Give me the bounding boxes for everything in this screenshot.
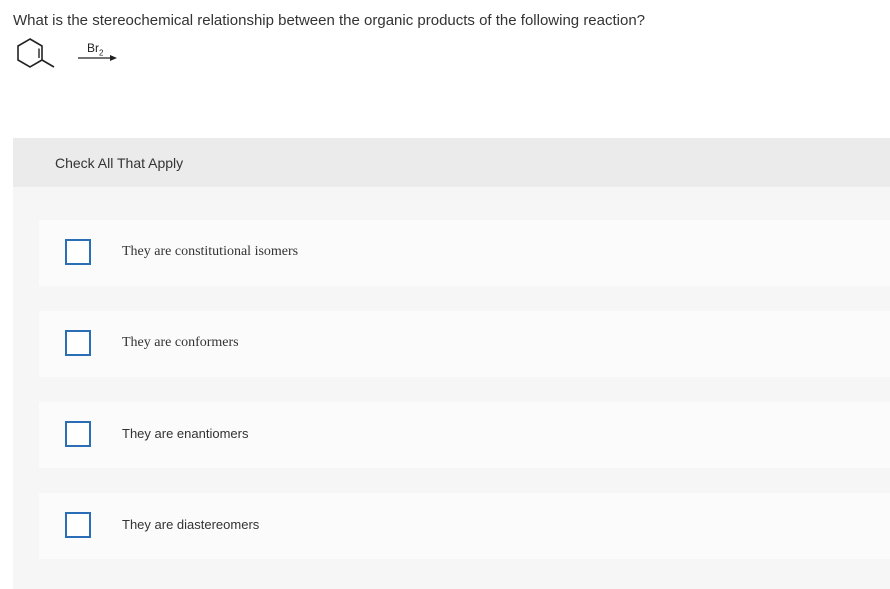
reaction-diagram: [17, 38, 117, 68]
checkbox[interactable]: [65, 239, 91, 265]
question-text: What is the stereochemical relationship …: [13, 12, 646, 29]
instruction-text: Check All That Apply: [55, 155, 184, 171]
answer-panel: Check All That Apply They are constituti…: [13, 138, 890, 589]
reagent-subscript: 2: [99, 48, 104, 58]
instruction-bar: Check All That Apply: [13, 138, 890, 187]
option-label: They are enantiomers: [122, 426, 249, 441]
reagent-label: Br2: [87, 41, 103, 57]
option-constitutional-isomers[interactable]: They are constitutional isomers: [39, 220, 890, 286]
option-label: They are conformers: [122, 335, 239, 350]
option-conformers[interactable]: They are conformers: [39, 311, 890, 377]
option-enantiomers[interactable]: They are enantiomers: [39, 402, 890, 468]
checkbox[interactable]: [65, 512, 91, 538]
checkbox[interactable]: [65, 330, 91, 356]
question-page: What is the stereochemical relationship …: [0, 0, 890, 589]
checkbox[interactable]: [65, 421, 91, 447]
reaction-arrow-head: [110, 55, 117, 61]
reagent-symbol: Br: [87, 41, 99, 55]
methyl-bond: [41, 59, 55, 68]
option-label: They are constitutional isomers: [122, 244, 299, 259]
option-diastereomers[interactable]: They are diastereomers: [39, 493, 890, 559]
option-label: They are diastereomers: [122, 517, 260, 532]
